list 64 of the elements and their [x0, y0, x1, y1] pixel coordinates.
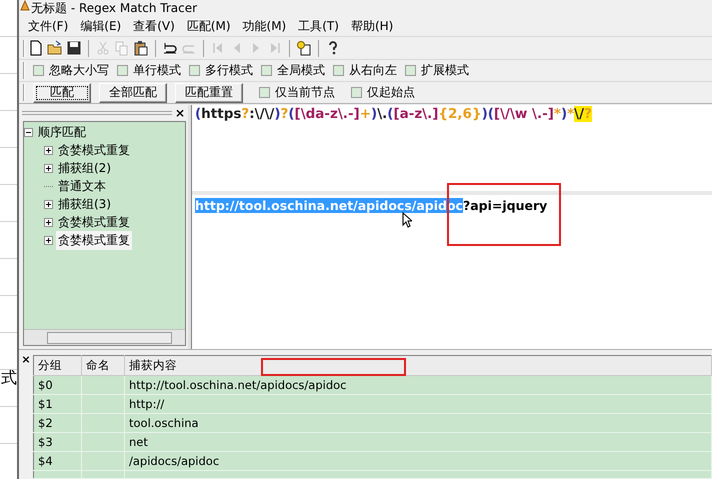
menu-item[interactable]: 工具(T) [292, 18, 345, 35]
option-label: 单行模式 [133, 62, 181, 79]
table-cell: /apidocs/apidoc [124, 452, 712, 470]
checkbox[interactable] [117, 65, 128, 76]
option-label: 多行模式 [205, 62, 253, 79]
horizontal-scrollbar[interactable] [24, 329, 185, 345]
expander-icon[interactable] [44, 164, 53, 172]
expander-icon[interactable] [44, 200, 53, 208]
menu-item[interactable]: 功能(M) [236, 18, 292, 35]
table-cell: $1 [34, 394, 82, 414]
table-cell: net [124, 432, 712, 452]
folder-icon[interactable] [47, 40, 63, 56]
table-cell: http://tool.oschina.net/apidocs/apidoc [124, 376, 712, 394]
table-cell: tool.oschina [124, 414, 712, 432]
menu-item[interactable]: 帮助(H) [344, 18, 400, 35]
table-cell: $3 [34, 432, 82, 452]
action-button[interactable]: 匹配重置 [175, 82, 243, 102]
menu-item[interactable]: 匹配(M) [180, 18, 237, 35]
menu-item[interactable]: 查看(V) [127, 18, 181, 35]
checkbox[interactable] [261, 65, 272, 76]
mouse-cursor-icon [402, 212, 412, 228]
table-cell: http:// [124, 394, 712, 414]
table-cell: $4 [34, 452, 82, 470]
expander-icon[interactable] [44, 236, 53, 244]
window-title: 无标题 - Regex Match Tracer [31, 1, 198, 15]
option-label: 仅起始点 [367, 84, 415, 101]
checkbox[interactable] [259, 87, 270, 98]
checkbox[interactable] [189, 65, 200, 76]
checkbox[interactable] [333, 65, 344, 76]
undo-icon[interactable] [162, 40, 178, 56]
action-button[interactable]: 全部匹配 [99, 82, 167, 102]
checkbox[interactable] [405, 65, 416, 76]
tree-item[interactable]: 捕获组(3) [56, 194, 113, 214]
option-label: 从右向左 [349, 62, 397, 79]
column-header[interactable]: 分组 [34, 356, 82, 376]
add-page-icon[interactable] [296, 40, 312, 56]
checkbox[interactable] [351, 87, 362, 98]
option-label: 仅当前节点 [275, 84, 335, 101]
option-label: 忽略大小写 [49, 62, 109, 79]
regex-input[interactable]: (https?:\/\/)?([\da-z\.-]+)\.([a-z\.]{2,6})([\/\w \.-]*)*\/? [195, 106, 709, 122]
table-cell: $2 [34, 414, 82, 432]
app-icon [19, 0, 31, 12]
expander-icon[interactable] [44, 218, 53, 226]
option-label: 全局模式 [277, 62, 325, 79]
tree-item[interactable]: 贪婪模式重复 [56, 230, 132, 250]
expander-icon[interactable] [44, 146, 53, 154]
menu-item[interactable]: 编辑(E) [74, 18, 128, 35]
clipboard-icon[interactable] [133, 40, 149, 56]
background-window-text: 式 [1, 368, 17, 389]
tree-item[interactable]: 贪婪模式重复 [56, 212, 132, 232]
close-button[interactable]: × [174, 107, 185, 119]
close-button[interactable]: × [21, 355, 31, 365]
new-file-icon[interactable] [28, 40, 44, 56]
tree-item[interactable]: 普通文本 [56, 176, 108, 196]
menu-item[interactable]: 文件(F) [22, 18, 74, 35]
option-label: 扩展模式 [421, 62, 469, 79]
tree-item[interactable]: 顺序匹配 [36, 122, 88, 142]
expander-icon[interactable] [24, 128, 33, 136]
tree-item[interactable]: 贪婪模式重复 [56, 140, 132, 160]
checkbox[interactable] [33, 65, 44, 76]
tree-item[interactable]: 捕获组(2) [56, 158, 113, 178]
column-header[interactable]: 命名 [82, 356, 124, 376]
column-header[interactable]: 捕获内容 [124, 356, 712, 376]
table-cell: $0 [34, 376, 82, 394]
